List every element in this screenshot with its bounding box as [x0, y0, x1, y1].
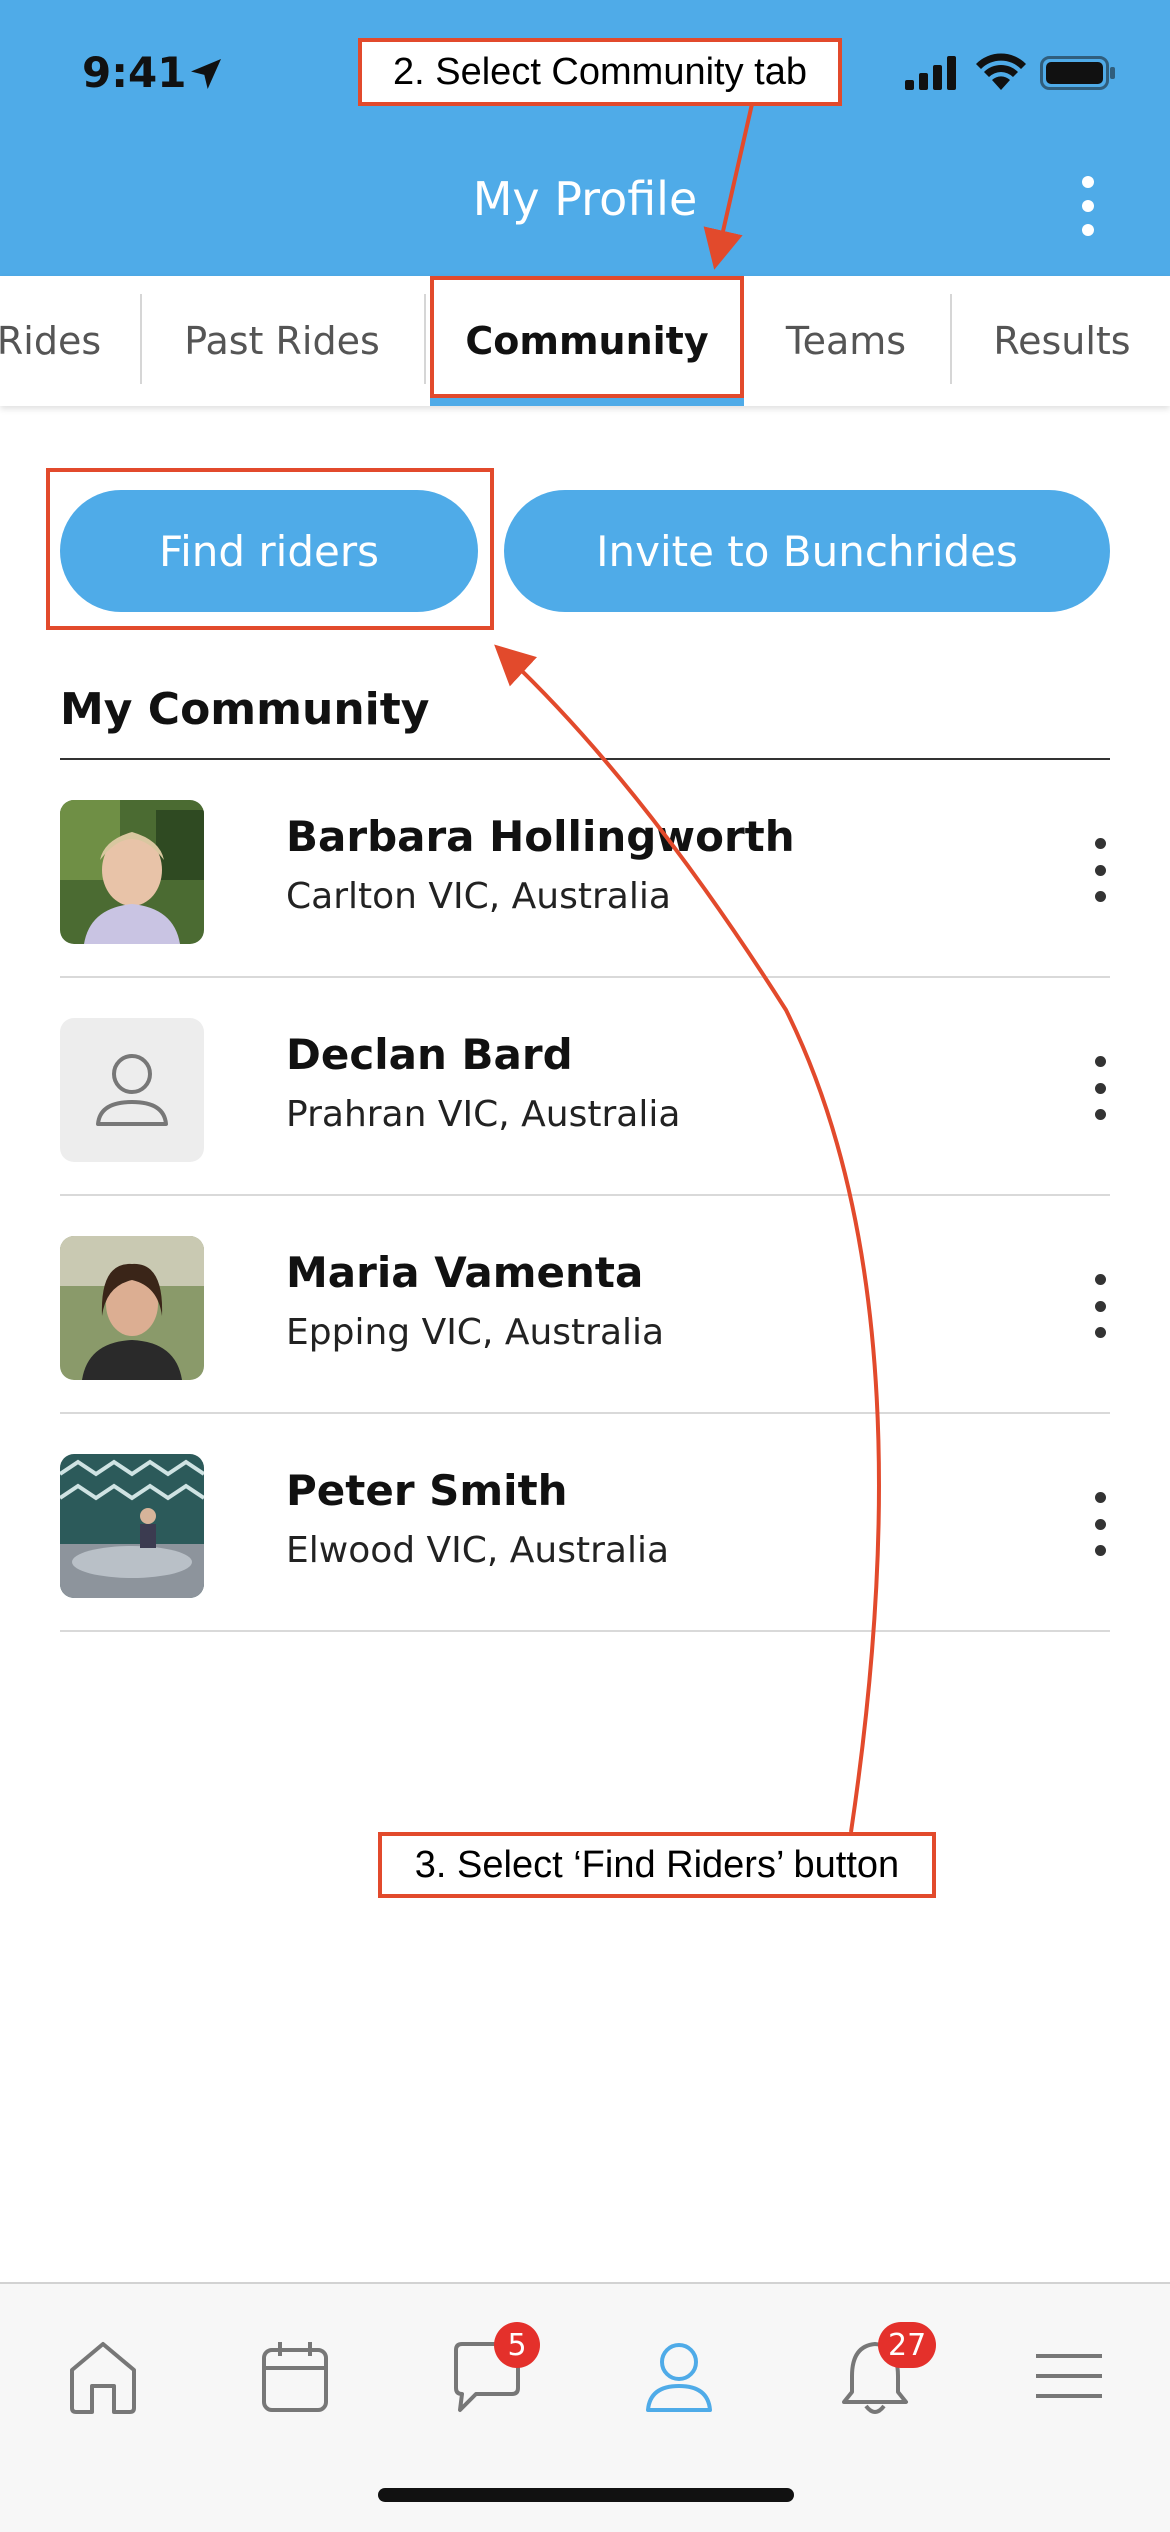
profile-icon[interactable]: [642, 2336, 716, 2416]
annotation-step-2: 2. Select Community tab: [358, 38, 842, 106]
annotation-step-3: 3. Select ‘Find Riders’ button: [378, 1832, 936, 1898]
home-icon[interactable]: [66, 2336, 140, 2416]
annotation-arrows: [494, 103, 881, 1833]
home-indicator: [378, 2488, 794, 2502]
messages-badge: 5: [494, 2322, 540, 2368]
menu-icon[interactable]: [1032, 2336, 1106, 2416]
calendar-icon[interactable]: [258, 2336, 332, 2416]
notifications-badge: 27: [878, 2322, 937, 2368]
